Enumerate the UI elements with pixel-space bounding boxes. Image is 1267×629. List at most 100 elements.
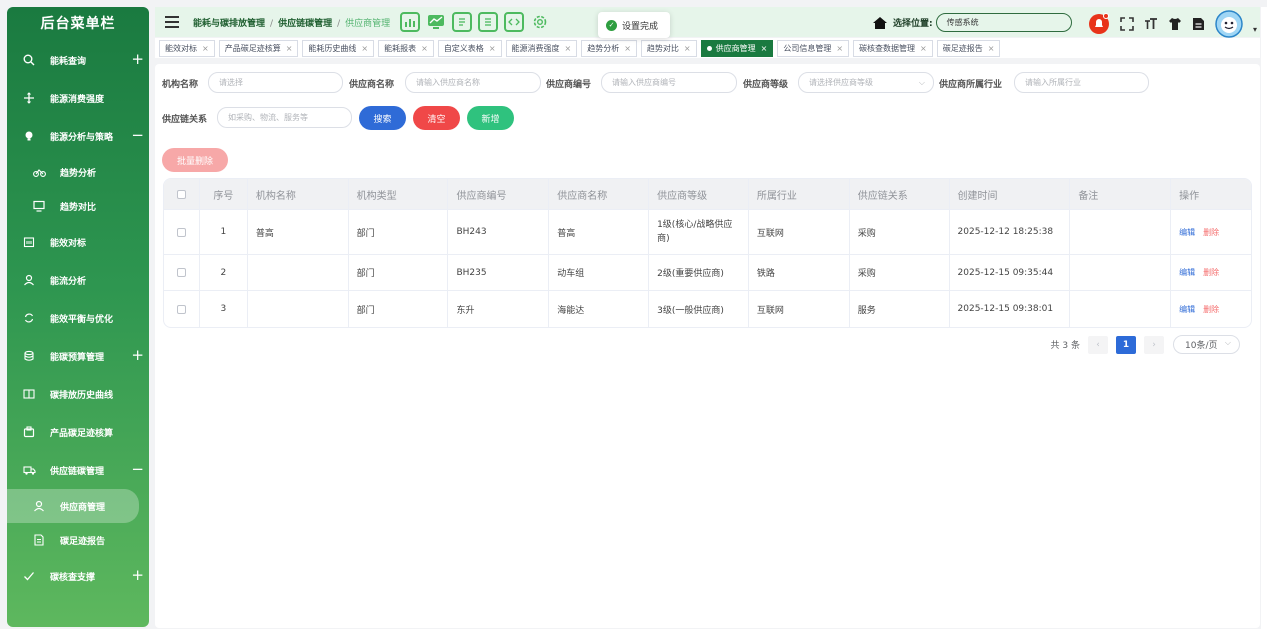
list-icon[interactable] [478,12,499,32]
report-icon[interactable] [452,12,473,32]
breadcrumb-level-2[interactable]: 供应链碳管理 [278,19,332,29]
add-button[interactable]: 新增 [467,106,514,130]
sidebar-item-carbon-history[interactable]: 碳排放历史曲线 [7,375,149,413]
edit-link[interactable]: 编辑 [1179,304,1195,315]
industry-input[interactable]: 请输入所属行业 [1014,72,1149,93]
sidebar-item-label: 产品碳足迹核算 [50,428,114,439]
document-icon[interactable] [1192,17,1205,31]
tab-trend-compare[interactable]: 趋势对比 × [640,39,697,57]
tab-footprint-report[interactable]: 碳足迹报告 × [936,39,1001,57]
font-size-icon[interactable] [1144,17,1158,31]
tab-product-footprint[interactable]: 产品碳足迹核算 × [218,39,299,57]
notification-bell-icon[interactable] [1088,13,1110,35]
collapse-icon[interactable]: − [131,128,144,143]
row-checkbox[interactable] [176,227,186,237]
close-icon[interactable]: × [836,44,843,53]
actions-cell: 编辑 删除 [1171,255,1251,290]
menu-toggle-icon[interactable] [165,16,179,28]
bar-chart-icon[interactable] [400,12,421,32]
sidebar-item-carbon-budget[interactable]: 能碳预算管理 + [7,337,149,375]
close-icon[interactable]: × [920,44,927,53]
close-icon[interactable]: × [684,44,691,53]
tab-trend-analysis[interactable]: 趋势分析 × [581,39,637,57]
edit-link[interactable]: 编辑 [1179,267,1195,278]
sidebar-item-supply-chain[interactable]: 供应链碳管理 − [7,451,149,489]
tab-company-info[interactable]: 公司信息管理 × [777,39,850,57]
sidebar-item-energy-query[interactable]: 能耗查询 + [7,41,149,79]
next-page-button[interactable]: › [1144,335,1164,354]
close-icon[interactable]: × [361,44,368,53]
close-icon[interactable]: × [565,44,572,53]
close-icon[interactable]: × [421,44,428,53]
line-chart-icon[interactable] [426,12,446,32]
sidebar-item-product-footprint[interactable]: 产品碳足迹核算 [7,413,149,451]
tab-label: 能耗报表 [384,43,417,53]
table-header-row: 序号 机构名称 机构类型 供应商编号 供应商名称 供应商等级 所属行业 供应链关… [164,179,1251,210]
sidebar-item-carbon-verification[interactable]: 碳核查支撑 + [7,557,149,595]
page-number-current[interactable]: 1 [1116,335,1136,354]
monitor-icon [32,199,46,213]
delete-link[interactable]: 删除 [1203,267,1219,278]
code-icon[interactable] [504,12,525,32]
sidebar-item-efficiency-balance[interactable]: 能效平衡与优化 [7,299,149,337]
delete-link[interactable]: 删除 [1203,304,1219,315]
supplier-name-input[interactable]: 请输入供应商名称 [405,72,541,93]
sidebar-item-energy-analysis[interactable]: 能源分析与策略 − [7,117,149,155]
chevron-down-icon[interactable]: ▾ [1253,25,1257,34]
expand-icon[interactable]: + [131,348,144,363]
fullscreen-icon[interactable] [1120,17,1134,31]
tab-custom-table[interactable]: 自定义表格 × [437,39,502,57]
tab-energy-intensity[interactable]: 能源消费强度 × [505,39,578,57]
row-checkbox[interactable] [176,304,186,314]
home-icon[interactable] [873,16,887,29]
close-icon[interactable]: × [761,44,768,53]
sidebar-item-footprint-report[interactable]: 碳足迹报告 [7,523,149,557]
avatar[interactable] [1215,10,1243,38]
sidebar-item-energy-intensity[interactable]: 能源消费强度 [7,79,149,117]
breadcrumb-level-1[interactable]: 能耗与碳排放管理 [193,19,265,29]
row-checkbox[interactable] [176,268,186,277]
theme-shirt-icon[interactable] [1168,17,1182,31]
tab-efficiency-benchmark[interactable]: 能效对标 × [159,39,215,57]
location-selector: 选择位置: 传感系统 [873,13,1072,32]
column-header: 操作 [1179,190,1200,202]
edit-link[interactable]: 编辑 [1179,227,1195,238]
batch-delete-button[interactable]: 批量删除 [162,148,228,172]
select-all-checkbox[interactable] [176,189,186,199]
collapse-icon[interactable]: − [131,462,144,477]
close-icon[interactable]: × [624,44,631,53]
toast-message: ✓ 设置完成 [598,12,670,38]
tab-supplier-management[interactable]: 供应商管理 × [700,39,774,57]
sidebar-item-efficiency-benchmark[interactable]: 能效对标 [7,223,149,261]
sidebar-item-energy-flow[interactable]: 能流分析 [7,261,149,299]
prev-page-button[interactable]: ‹ [1088,335,1108,354]
chevron-down-icon: ⌵ [1224,338,1231,347]
sidebar-item-trend-compare[interactable]: 趋势对比 [7,189,149,223]
org-name-select[interactable]: 请选择 [208,72,343,93]
close-icon[interactable]: × [202,44,209,53]
pagination-total: 共 3 条 [1050,341,1080,351]
page-size-select[interactable]: 10条/页 ⌵ [1173,335,1240,354]
supplier-code-input[interactable]: 请输入供应商编号 [601,72,737,93]
expand-icon[interactable]: + [131,52,144,67]
tab-energy-report[interactable]: 能耗报表 × [378,39,434,57]
expand-icon[interactable]: + [131,568,144,583]
sidebar-item-supplier-management[interactable]: 供应商管理 [7,489,139,523]
select-all-cell [164,179,200,209]
location-input[interactable]: 传感系统 [935,13,1072,32]
delete-link[interactable]: 删除 [1203,227,1219,238]
tab-carbon-verification-data[interactable]: 碳核查数据管理 × [853,39,933,57]
clear-button[interactable]: 清空 [413,106,460,130]
gear-icon[interactable] [530,12,550,32]
close-icon[interactable]: × [988,44,995,53]
supplier-level-select[interactable]: 请选择供应商等级 ⌵ [798,72,934,93]
tab-energy-history[interactable]: 能耗历史曲线 × [302,39,375,57]
search-button[interactable]: 搜索 [359,106,406,130]
sidebar-item-trend-analysis[interactable]: 趋势分析 [7,155,149,189]
sidebar-item-label: 能源消费强度 [50,94,105,105]
chain-relation-input[interactable]: 如采购、物流、服务等 [217,107,352,128]
sidebar-item-label: 能源分析与策略 [50,132,114,143]
close-icon[interactable]: × [286,44,293,53]
close-icon[interactable]: × [489,44,496,53]
column-header: 所属行业 [749,179,850,209]
